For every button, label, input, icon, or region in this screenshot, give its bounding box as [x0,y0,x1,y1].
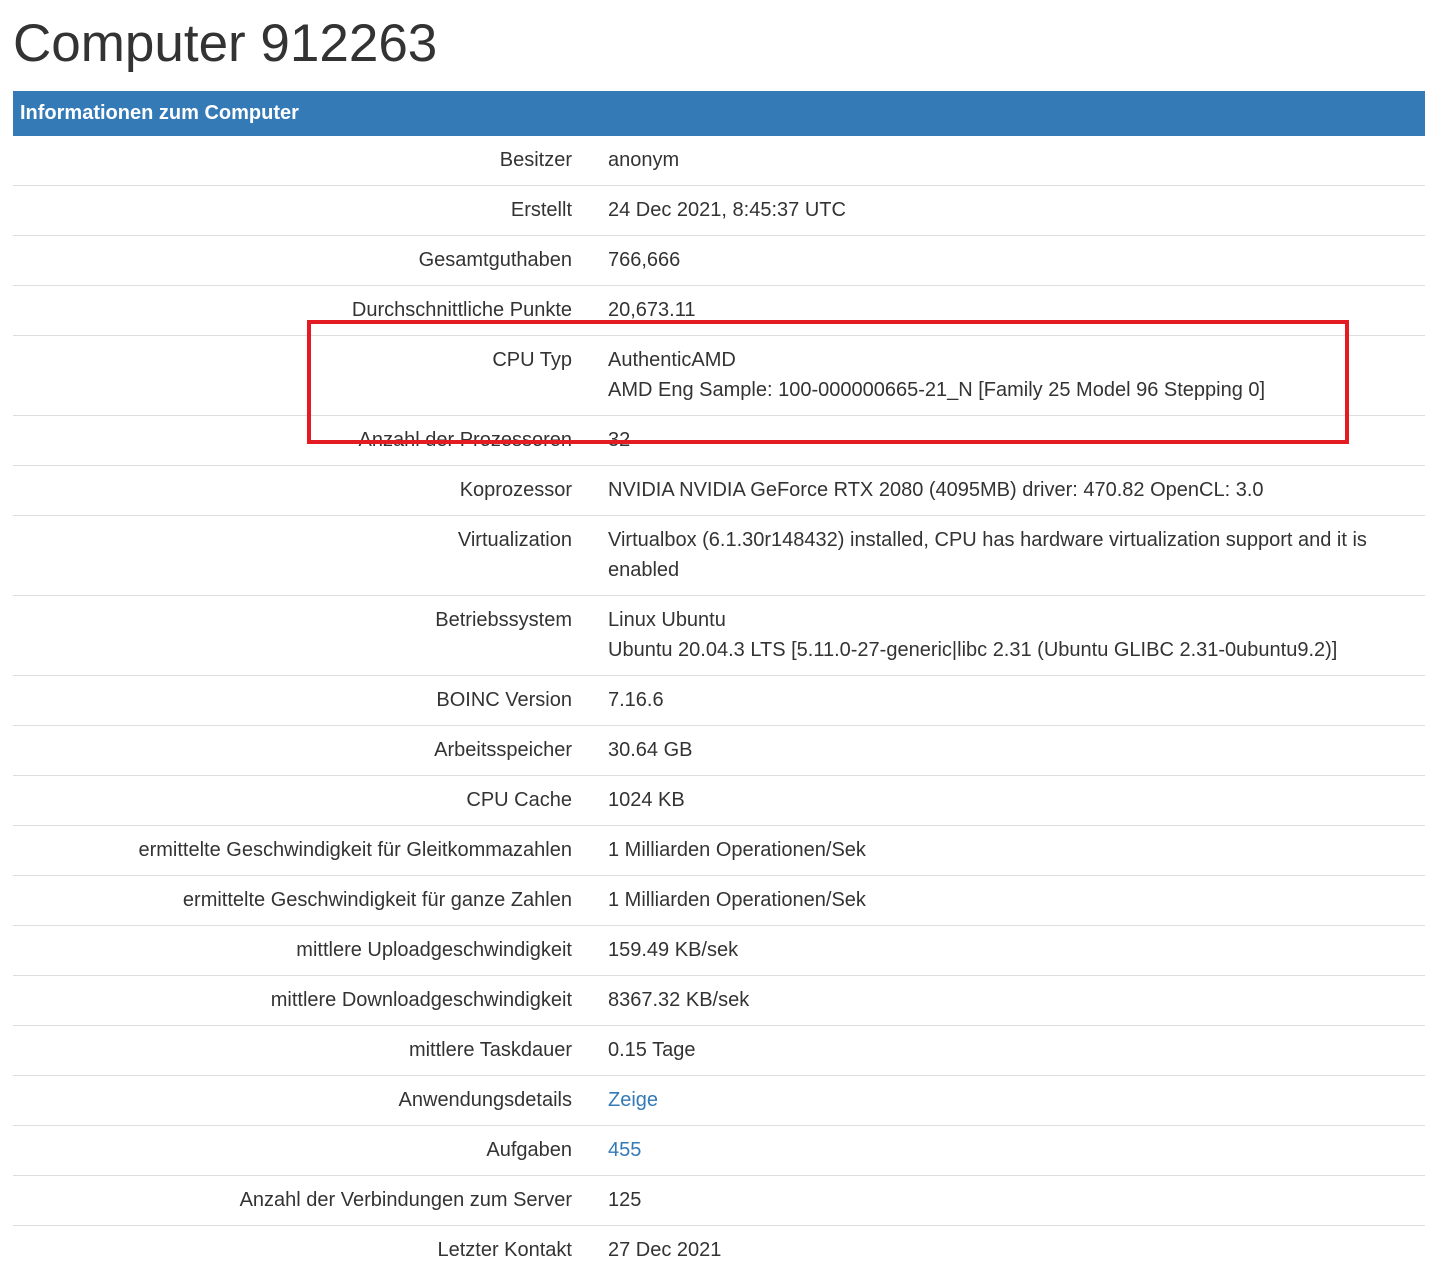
table-row: Virtualization Virtualbox (6.1.30r148432)… [13,516,1425,596]
row-link[interactable]: Zeige [608,1089,658,1111]
table-row: mittlere Uploadgeschwindigkeit 159.49 KB/… [13,926,1425,976]
table-row: Erstellt 24 Dec 2021, 8:45:37 UTC [13,186,1425,236]
row-value-line: 8367.32 KB/sek [608,985,1405,1015]
row-value: 1 Milliarden Operationen/Sek [579,876,1425,926]
table-row: Aufgaben 455 [13,1126,1425,1176]
row-value-line: 159.49 KB/sek [608,935,1405,965]
row-value: 20,673.11 [579,286,1425,336]
row-value: 27 Dec 2021 [579,1226,1425,1275]
row-value: 455 [579,1126,1425,1176]
row-value-line: 20,673.11 [608,295,1405,325]
table-row: BOINC Version 7.16.6 [13,676,1425,726]
table-row: Gesamtguthaben 766,666 [13,236,1425,286]
row-value: 125 [579,1176,1425,1226]
row-link[interactable]: 455 [608,1139,641,1161]
row-label: CPU Typ [13,336,579,416]
row-value-line: 766,666 [608,245,1405,275]
row-value-line: AuthenticAMD [608,345,1405,375]
row-value-line: 1 Milliarden Operationen/Sek [608,885,1405,915]
table-row: CPU Cache 1024 KB [13,776,1425,826]
table-row: Anwendungsdetails Zeige [13,1076,1425,1126]
row-value: Zeige [579,1076,1425,1126]
row-label: ermittelte Geschwindigkeit für ganze Zah… [13,876,579,926]
row-value: 1024 KB [579,776,1425,826]
row-value-line: 32 [608,425,1405,455]
row-value-line: anonym [608,145,1405,175]
row-label: Anwendungsdetails [13,1076,579,1126]
row-label: mittlere Uploadgeschwindigkeit [13,926,579,976]
row-label: Betriebssystem [13,596,579,676]
table-row: BetriebssystemLinux UbuntuUbuntu 20.04.3… [13,596,1425,676]
row-value: 24 Dec 2021, 8:45:37 UTC [579,186,1425,236]
row-value: 7.16.6 [579,676,1425,726]
table-row: mittlere Taskdauer 0.15 Tage [13,1026,1425,1076]
table-row: Anzahl der Verbindungen zum Server125 [13,1176,1425,1226]
table-row: Besitzer anonym [13,136,1425,186]
row-label: Koprozessor [13,466,579,516]
table-row: ermittelte Geschwindigkeit für Gleitkomm… [13,826,1425,876]
row-label: Durchschnittliche Punkte [13,286,579,336]
row-value-line: 27 Dec 2021 [608,1235,1405,1265]
row-value: Virtualbox (6.1.30r148432) installed, CP… [579,516,1425,596]
row-value: 30.64 GB [579,726,1425,776]
row-value-line: Virtualbox (6.1.30r148432) installed, CP… [608,525,1405,585]
page-title: Computer 912263 [13,12,437,76]
table-row: Anzahl der Prozessoren 32 [13,416,1425,466]
row-value-line: 0.15 Tage [608,1035,1405,1065]
row-value-line: 7.16.6 [608,685,1405,715]
table-row: Letzter Kontakt 27 Dec 2021 [13,1226,1425,1275]
row-label: Anzahl der Prozessoren [13,416,579,466]
row-value-line: AMD Eng Sample: 100-000000665-21_N [Fami… [608,375,1405,405]
row-value-line: Linux Ubuntu [608,605,1405,635]
row-value: 8367.32 KB/sek [579,976,1425,1026]
row-value-line: Ubuntu 20.04.3 LTS [5.11.0-27-generic|li… [608,635,1405,665]
row-label: Erstellt [13,186,579,236]
row-label: CPU Cache [13,776,579,826]
row-value: 159.49 KB/sek [579,926,1425,976]
row-label: Arbeitsspeicher [13,726,579,776]
row-label: Anzahl der Verbindungen zum Server [13,1176,579,1226]
row-value-line: 1024 KB [608,785,1405,815]
row-value: 766,666 [579,236,1425,286]
panel-header: Informationen zum Computer [13,91,1425,136]
row-label: Virtualization [13,516,579,596]
row-value: 32 [579,416,1425,466]
row-value: NVIDIA NVIDIA GeForce RTX 2080 (4095MB) … [579,466,1425,516]
table-row: mittlere Downloadgeschwindigkeit 8367.32 … [13,976,1425,1026]
row-label: mittlere Taskdauer [13,1026,579,1076]
table-row: Koprozessor NVIDIA NVIDIA GeForce RTX 208… [13,466,1425,516]
computer-info-panel: Informationen zum Computer Besitzer anony… [13,91,1425,1275]
row-value: 0.15 Tage [579,1026,1425,1076]
table-row: CPU TypAuthenticAMDAMD Eng Sample: 100-0… [13,336,1425,416]
table-row: ermittelte Geschwindigkeit für ganze Zah… [13,876,1425,926]
row-value: 1 Milliarden Operationen/Sek [579,826,1425,876]
row-label: Gesamtguthaben [13,236,579,286]
table-row: Durchschnittliche Punkte 20,673.11 [13,286,1425,336]
row-value: Linux UbuntuUbuntu 20.04.3 LTS [5.11.0-2… [579,596,1425,676]
row-label: Letzter Kontakt [13,1226,579,1275]
table-row: Arbeitsspeicher 30.64 GB [13,726,1425,776]
row-label: ermittelte Geschwindigkeit für Gleitkomm… [13,826,579,876]
row-label: Aufgaben [13,1126,579,1176]
row-label: BOINC Version [13,676,579,726]
row-value: AuthenticAMDAMD Eng Sample: 100-00000066… [579,336,1425,416]
row-value-line: 24 Dec 2021, 8:45:37 UTC [608,195,1405,225]
computer-info-table: Besitzer anonym Erstellt 24 Dec 2021, 8:45:… [13,136,1425,1275]
row-label: Besitzer [13,136,579,186]
row-value-line: NVIDIA NVIDIA GeForce RTX 2080 (4095MB) … [608,475,1405,505]
row-value: anonym [579,136,1425,186]
row-value-line: 30.64 GB [608,735,1405,765]
row-value-line: 1 Milliarden Operationen/Sek [608,835,1405,865]
row-label: mittlere Downloadgeschwindigkeit [13,976,579,1026]
